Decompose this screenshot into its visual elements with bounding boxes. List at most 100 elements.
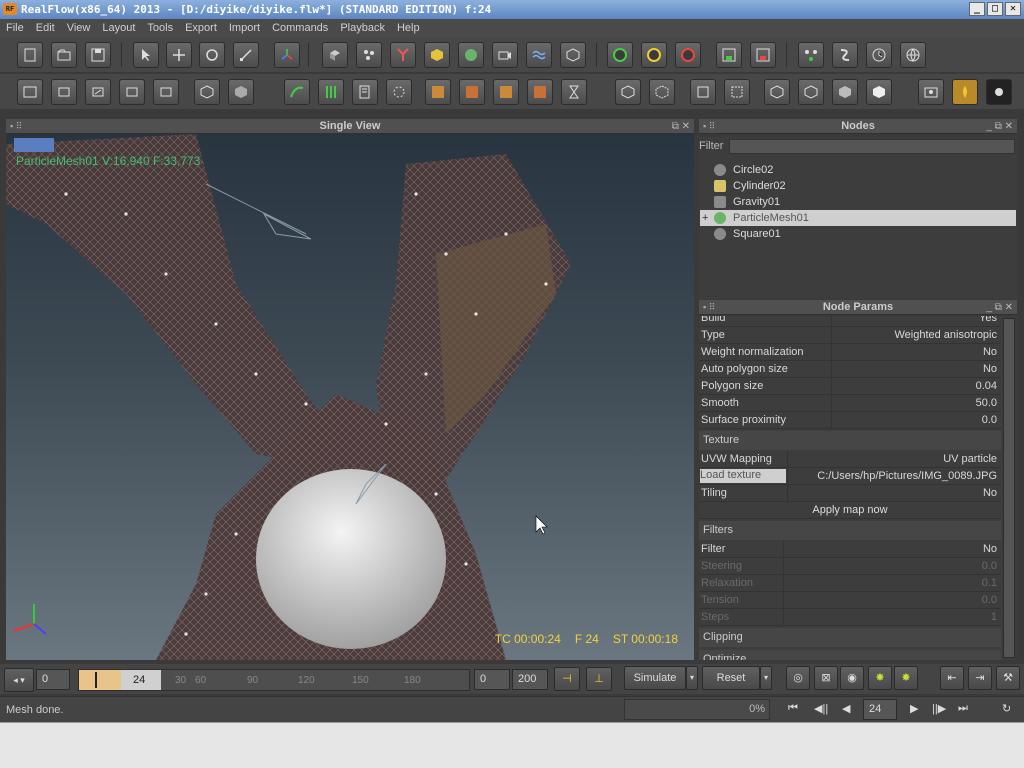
red-light-button[interactable] [675, 42, 701, 68]
yellow-light-button[interactable] [641, 42, 667, 68]
texture-2-button[interactable] [459, 79, 485, 105]
shading-4-button[interactable] [866, 79, 892, 105]
play-forward-button[interactable]: ▶ [910, 702, 918, 715]
save-cache-red-button[interactable] [750, 42, 776, 68]
gear-button-2[interactable]: ✸ [894, 666, 918, 690]
apply-map-button[interactable]: Apply map now [699, 502, 1001, 519]
fire-button[interactable] [952, 79, 978, 105]
box-view-button[interactable] [194, 79, 220, 105]
step-forward-button[interactable]: ||▶ [932, 702, 946, 715]
network-button[interactable]: ◎ [786, 666, 810, 690]
add-camera-button[interactable] [492, 42, 518, 68]
first-frame-button[interactable]: ⏮ [788, 702, 798, 715]
param-polygon-size[interactable]: Polygon size 0.04 [699, 378, 1001, 395]
menu-help[interactable]: Help [391, 22, 426, 34]
notes-button[interactable] [352, 79, 378, 105]
reset-button[interactable]: Reset [702, 666, 760, 690]
key-button[interactable]: ⊣ [554, 667, 580, 691]
maximize-button[interactable]: □ [987, 2, 1003, 16]
move-tool-button[interactable] [166, 42, 192, 68]
filter-input[interactable] [729, 139, 1015, 154]
menu-layout[interactable]: Layout [96, 22, 141, 34]
playhead-marker[interactable] [95, 672, 97, 688]
texture-1-button[interactable] [425, 79, 451, 105]
panel-controls[interactable]: _ ⧉ ✕ [986, 300, 1013, 315]
rotate-tool-button[interactable] [199, 42, 225, 68]
panel-grip-icon[interactable]: ▪ ⠿ [703, 300, 715, 315]
select-tool-button[interactable] [133, 42, 159, 68]
menu-playback[interactable]: Playback [334, 22, 391, 34]
start-frame-input[interactable]: 0 [36, 669, 70, 690]
columns-button[interactable] [318, 79, 344, 105]
expand-icon[interactable]: + [702, 210, 708, 226]
link-button[interactable] [85, 79, 111, 105]
render-button[interactable] [918, 79, 944, 105]
layout-button[interactable] [17, 79, 43, 105]
close-button[interactable]: ✕ [1005, 2, 1021, 16]
axis-tool-button[interactable] [274, 42, 300, 68]
globe-button[interactable] [900, 42, 926, 68]
frame-number-input[interactable]: 24 [863, 699, 897, 720]
curve-editor-button[interactable] [284, 79, 310, 105]
add-object-button[interactable] [322, 42, 348, 68]
view-4-button[interactable] [724, 79, 750, 105]
batch-button[interactable] [866, 42, 892, 68]
param-tiling[interactable]: Tiling No [699, 485, 1001, 502]
scale-tool-button[interactable] [233, 42, 259, 68]
panel-grip-icon[interactable]: ▪ ⠿ [703, 119, 715, 134]
viewport-3d[interactable]: ParticleMesh01 V:16,940 F:33,773 TC 00:0… [6, 134, 694, 660]
node-circle02[interactable]: Circle02 [700, 162, 1016, 178]
export-button[interactable]: ⇤ [940, 666, 964, 690]
view-1-button[interactable] [615, 79, 641, 105]
menu-export[interactable]: Export [179, 22, 223, 34]
add-mesh-button[interactable] [458, 42, 484, 68]
param-weight-normalization[interactable]: Weight normalization No [699, 344, 1001, 361]
node-square01[interactable]: Square01 [700, 226, 1016, 242]
section-optimize[interactable]: Optimize [699, 650, 1001, 660]
param-auto-polygon-size[interactable]: Auto polygon size No [699, 361, 1001, 378]
dots-button[interactable] [386, 79, 412, 105]
simulate-dropdown[interactable]: ▾ [686, 666, 698, 690]
clone-button[interactable] [153, 79, 179, 105]
step-back-button[interactable]: ◀|| [814, 702, 828, 715]
param-type[interactable]: Type Weighted anisotropic [699, 327, 1001, 344]
range-end-input[interactable]: 200 [512, 669, 548, 690]
add-grid-button[interactable] [560, 42, 586, 68]
panel-grip-icon[interactable]: ▪ ⠿ [10, 119, 22, 134]
graph-button[interactable] [798, 42, 824, 68]
add-cube-button[interactable] [424, 42, 450, 68]
timeline-menu-button[interactable]: ◂ ▾ [4, 668, 34, 692]
section-clipping[interactable]: Clipping [699, 628, 1001, 647]
gear-button-1[interactable]: ✸ [868, 666, 892, 690]
section-filters[interactable]: Filters [699, 521, 1001, 540]
preview-button[interactable]: ◉ [840, 666, 864, 690]
align-button[interactable] [51, 79, 77, 105]
add-wave-button[interactable] [526, 42, 552, 68]
green-light-button[interactable] [607, 42, 633, 68]
cache-button[interactable]: ⊠ [814, 666, 838, 690]
param-smooth[interactable]: Smooth 50.0 [699, 395, 1001, 412]
new-scene-button[interactable] [17, 42, 43, 68]
shading-3-button[interactable] [832, 79, 858, 105]
menu-tools[interactable]: Tools [141, 22, 179, 34]
solid-view-button[interactable] [228, 79, 254, 105]
last-frame-button[interactable]: ⏭ [958, 702, 968, 715]
hybrido-button[interactable] [986, 79, 1012, 105]
reset-dropdown[interactable]: ▾ [760, 666, 772, 690]
view-3-button[interactable] [690, 79, 716, 105]
unlink-button[interactable] [119, 79, 145, 105]
section-texture[interactable]: Texture [699, 431, 1001, 450]
panel-controls[interactable]: ⧉ ✕ [672, 119, 690, 134]
param-surface-proximity[interactable]: Surface proximity 0.0 [699, 412, 1001, 429]
params-scrollbar[interactable] [1003, 318, 1015, 658]
play-back-button[interactable]: ◀ [842, 702, 850, 715]
import-button[interactable]: ⇥ [968, 666, 992, 690]
keyframe-button[interactable]: ⊥ [586, 667, 612, 691]
param-filter[interactable]: Filter No [699, 541, 1001, 558]
panel-controls[interactable]: _ ⧉ ✕ [986, 119, 1013, 134]
param-load-texture[interactable]: Load texture C:/Users/hp/Pictures/IMG_008… [699, 468, 1001, 485]
save-scene-button[interactable] [85, 42, 111, 68]
param-build[interactable]: Build Yes [699, 316, 1001, 327]
add-daemon-button[interactable] [390, 42, 416, 68]
texture-4-button[interactable] [527, 79, 553, 105]
